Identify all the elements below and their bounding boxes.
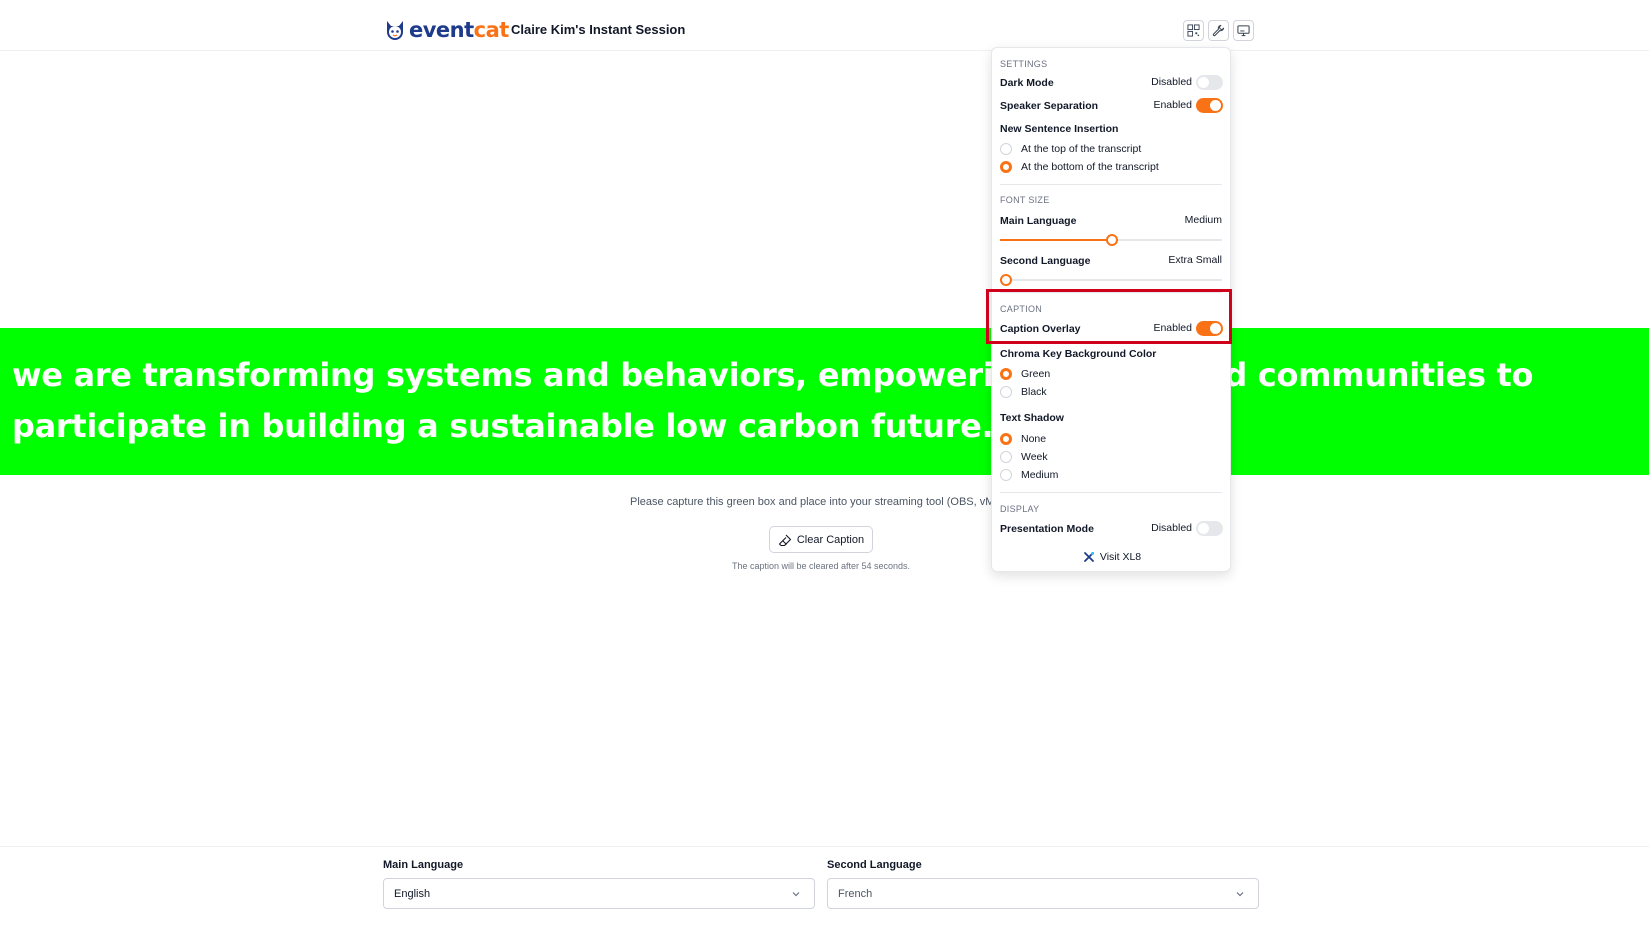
clear-caption-label: Clear Caption — [796, 533, 865, 546]
qr-code-icon — [1187, 24, 1200, 37]
radio-label: None — [1021, 433, 1047, 445]
main-language-size-value: Medium — [1184, 214, 1222, 226]
caption-overlay-box: we are transforming systems and behavior… — [0, 328, 1649, 475]
eventcat-logo[interactable]: eventcat — [383, 17, 509, 43]
speaker-separation-state: Enabled — [1153, 99, 1192, 111]
language-bar: Main Language English Second Language Fr… — [0, 846, 1649, 936]
second-language-size-label: Second Language — [1000, 255, 1091, 267]
chroma-key-label: Chroma Key Background Color — [1000, 348, 1157, 360]
xl8-logo-icon — [1083, 552, 1094, 562]
main-language-size-label: Main Language — [1000, 215, 1077, 227]
capture-instruction: Please capture this green box and place … — [630, 496, 1030, 508]
dark-mode-toggle[interactable] — [1196, 75, 1223, 90]
main-language-value: English — [394, 887, 431, 900]
caption-text: we are transforming systems and behavior… — [12, 356, 1534, 445]
chroma-black-option[interactable]: Black — [1000, 386, 1047, 398]
radio-button[interactable] — [1000, 469, 1012, 481]
radio-label: At the bottom of the transcript — [1021, 161, 1159, 173]
radio-label: Green — [1021, 368, 1051, 380]
dark-mode-state: Disabled — [1151, 76, 1192, 88]
radio-button-selected[interactable] — [1000, 433, 1012, 445]
text-shadow-week-option[interactable]: Week — [1000, 451, 1048, 463]
settings-wrench-button[interactable] — [1208, 20, 1229, 41]
caption-display-button[interactable] — [1233, 20, 1254, 41]
monitor-caption-icon — [1237, 25, 1250, 37]
visit-xl8-label: Visit XL8 — [1099, 551, 1142, 563]
display-section-title: DISPLAY — [1000, 504, 1040, 514]
wrench-icon — [1212, 24, 1225, 37]
divider — [1000, 184, 1222, 185]
radio-label: At the top of the transcript — [1021, 143, 1142, 155]
radio-label: Medium — [1021, 469, 1059, 481]
settings-section-title: SETTINGS — [1000, 59, 1048, 69]
second-language-select[interactable]: French — [827, 878, 1259, 909]
main-language-select[interactable]: English — [383, 878, 815, 909]
cat-logo-icon — [387, 21, 403, 40]
chevron-down-icon — [1236, 892, 1244, 897]
presentation-mode-state: Disabled — [1151, 522, 1192, 534]
top-bar: eventcat Claire Kim's Instant Session — [0, 0, 1649, 51]
chevron-down-icon — [792, 892, 800, 897]
second-language-size-value: Extra Small — [1168, 254, 1222, 266]
speaker-separation-label: Speaker Separation — [1000, 100, 1099, 112]
session-title: Claire Kim's Instant Session — [511, 22, 686, 37]
slider-thumb[interactable] — [1000, 274, 1012, 286]
chroma-green-option[interactable]: Green — [1000, 368, 1050, 380]
radio-label: Black — [1021, 386, 1047, 398]
presentation-mode-label: Presentation Mode — [1000, 523, 1094, 535]
speaker-separation-toggle[interactable] — [1196, 98, 1223, 113]
radio-button[interactable] — [1000, 451, 1012, 463]
caption-highlight-box — [986, 289, 1232, 344]
new-sentence-bottom-option[interactable]: At the bottom of the transcript — [1000, 161, 1159, 173]
second-language-size-slider[interactable] — [1000, 274, 1222, 286]
qr-code-button[interactable] — [1183, 20, 1204, 41]
radio-label: Week — [1021, 451, 1048, 463]
dark-mode-label: Dark Mode — [1000, 77, 1054, 89]
new-sentence-top-option[interactable]: At the top of the transcript — [1000, 143, 1141, 155]
text-shadow-none-option[interactable]: None — [1000, 433, 1046, 445]
radio-button[interactable] — [1000, 143, 1012, 155]
eraser-icon — [778, 534, 791, 546]
radio-button[interactable] — [1000, 386, 1012, 398]
slider-thumb[interactable] — [1106, 234, 1118, 246]
radio-button-selected[interactable] — [1000, 161, 1012, 173]
visit-xl8-link[interactable]: Visit XL8 — [992, 551, 1232, 563]
presentation-mode-toggle[interactable] — [1196, 521, 1223, 536]
radio-button-selected[interactable] — [1000, 368, 1012, 380]
second-language-value: French — [838, 887, 873, 900]
main-language-label: Main Language — [383, 859, 464, 871]
main-language-size-slider[interactable] — [1000, 234, 1222, 246]
clear-caption-button[interactable]: Clear Caption — [769, 526, 873, 553]
font-size-section-title: FONT SIZE — [1000, 195, 1050, 205]
text-shadow-medium-option[interactable]: Medium — [1000, 469, 1058, 481]
new-sentence-label: New Sentence Insertion — [1000, 123, 1119, 135]
logo-wordmark: eventcat — [409, 18, 509, 42]
second-language-label: Second Language — [827, 859, 922, 871]
divider — [1000, 492, 1222, 493]
clear-timer-note: The caption will be cleared after 54 sec… — [731, 561, 911, 571]
text-shadow-label: Text Shadow — [1000, 412, 1064, 424]
